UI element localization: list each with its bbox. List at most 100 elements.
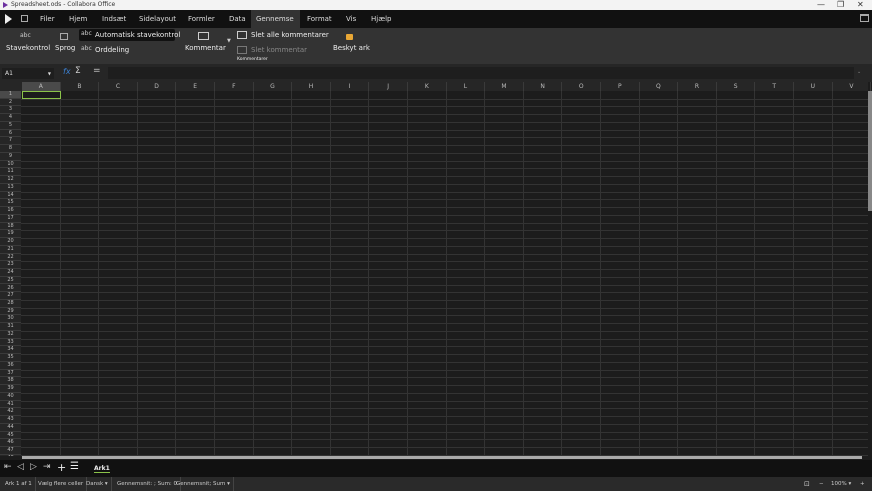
row-header-13[interactable]: 13: [0, 184, 21, 192]
menu-hjaelp[interactable]: Hjælp: [366, 10, 396, 28]
add-sheet-icon[interactable]: +: [57, 461, 66, 474]
menu-format[interactable]: Format: [302, 10, 337, 28]
auto-spellcheck-button[interactable]: abc Automatisk stavekontrol: [79, 29, 180, 41]
last-sheet-icon[interactable]: ⇥: [43, 462, 51, 472]
row-header-24[interactable]: 24: [0, 269, 21, 277]
row-header-44[interactable]: 44: [0, 424, 21, 432]
cell-grid[interactable]: [21, 91, 868, 456]
formula-icon[interactable]: =: [93, 66, 101, 76]
column-header-Q[interactable]: Q: [640, 82, 679, 91]
minimize-button[interactable]: —: [817, 0, 825, 10]
column-header-N[interactable]: N: [524, 82, 563, 91]
delete-all-comments-button[interactable]: Slet alle kommentarer: [251, 31, 329, 39]
column-header-D[interactable]: D: [138, 82, 177, 91]
language-button[interactable]: Sprog: [55, 44, 75, 52]
menu-indsaet[interactable]: Indsæt: [97, 10, 131, 28]
row-header-10[interactable]: 10: [0, 161, 21, 169]
row-header-37[interactable]: 37: [0, 370, 21, 378]
column-header-K[interactable]: K: [408, 82, 447, 91]
row-header-18[interactable]: 18: [0, 223, 21, 231]
row-header-28[interactable]: 28: [0, 300, 21, 308]
menu-hjem[interactable]: Hjem: [64, 10, 92, 28]
sum-icon[interactable]: Σ: [75, 66, 81, 76]
row-header-43[interactable]: 43: [0, 416, 21, 424]
status-function[interactable]: Gennemsnit; Sum ▾: [173, 477, 234, 491]
status-language[interactable]: Dansk ▾: [83, 477, 112, 491]
row-header-27[interactable]: 27: [0, 292, 21, 300]
vertical-scrollbar[interactable]: [868, 91, 872, 211]
row-header-9[interactable]: 9: [0, 153, 21, 161]
row-header-4[interactable]: 4: [0, 114, 21, 122]
row-header-25[interactable]: 25: [0, 277, 21, 285]
menu-vis[interactable]: Vis: [341, 10, 361, 28]
name-box[interactable]: A1 ▼: [2, 68, 54, 79]
sheet-tab-ark1[interactable]: Ark1: [94, 465, 110, 473]
row-header-36[interactable]: 36: [0, 362, 21, 370]
row-header-3[interactable]: 3: [0, 106, 21, 115]
row-header-6[interactable]: 6: [0, 130, 21, 138]
sidebar-toggle-icon[interactable]: [860, 14, 869, 22]
row-header-12[interactable]: 12: [0, 176, 21, 184]
zoom-level[interactable]: 100% ▾: [831, 477, 851, 491]
column-header-G[interactable]: G: [254, 82, 293, 91]
row-header-31[interactable]: 31: [0, 323, 21, 331]
close-button[interactable]: ✕: [857, 0, 864, 10]
expand-formula-icon[interactable]: ⌄: [857, 69, 861, 75]
name-box-dropdown-icon[interactable]: ▼: [48, 68, 51, 79]
row-header-1[interactable]: 1: [0, 91, 21, 99]
menu-sidelayout[interactable]: Sidelayout: [134, 10, 181, 28]
protect-sheet-button[interactable]: Beskyt ark: [333, 44, 370, 52]
column-header-I[interactable]: I: [331, 82, 370, 91]
column-header-R[interactable]: R: [678, 82, 717, 91]
row-header-38[interactable]: 38: [0, 377, 21, 386]
zoom-fit-icon[interactable]: ⊡: [804, 477, 810, 491]
row-header-21[interactable]: 21: [0, 246, 21, 254]
row-header-16[interactable]: 16: [0, 207, 21, 215]
row-header-45[interactable]: 45: [0, 432, 21, 440]
zoom-out-button[interactable]: −: [819, 477, 824, 491]
column-header-L[interactable]: L: [447, 82, 486, 91]
row-header-2[interactable]: 2: [0, 99, 21, 107]
row-header-7[interactable]: 7: [0, 137, 21, 146]
sheet-list-icon[interactable]: ☰: [70, 461, 79, 472]
prev-sheet-icon[interactable]: ◁: [17, 462, 24, 472]
comment-dropdown-icon[interactable]: ▼: [227, 38, 231, 44]
column-header-V[interactable]: V: [833, 82, 872, 91]
first-sheet-icon[interactable]: ⇤: [4, 462, 12, 472]
row-header-17[interactable]: 17: [0, 215, 21, 223]
comment-button[interactable]: Kommentar: [185, 44, 226, 52]
hyphenation-button[interactable]: Orddeling: [95, 46, 129, 54]
column-header-A[interactable]: A: [22, 82, 61, 91]
delete-comment-button[interactable]: Slet kommentar: [251, 46, 307, 54]
next-sheet-icon[interactable]: ▷: [30, 462, 37, 472]
formula-input[interactable]: [108, 67, 854, 79]
function-wizard-icon[interactable]: fx: [63, 67, 71, 76]
collabora-logo-icon[interactable]: [5, 14, 12, 24]
menu-gennemse[interactable]: Gennemse: [251, 10, 300, 28]
restore-button[interactable]: ❐: [837, 0, 844, 10]
column-header-U[interactable]: U: [794, 82, 833, 91]
row-header-23[interactable]: 23: [0, 261, 21, 269]
row-header-22[interactable]: 22: [0, 254, 21, 262]
zoom-in-button[interactable]: +: [860, 477, 865, 491]
row-header-48[interactable]: 48: [0, 455, 21, 456]
column-header-J[interactable]: J: [369, 82, 408, 91]
row-header-32[interactable]: 32: [0, 331, 21, 339]
row-header-35[interactable]: 35: [0, 354, 21, 362]
column-header-O[interactable]: O: [562, 82, 601, 91]
row-header-15[interactable]: 15: [0, 199, 21, 208]
row-header-40[interactable]: 40: [0, 393, 21, 401]
column-header-P[interactable]: P: [601, 82, 640, 91]
column-header-B[interactable]: B: [61, 82, 100, 91]
row-header-26[interactable]: 26: [0, 285, 21, 293]
row-header-34[interactable]: 34: [0, 346, 21, 355]
column-header-F[interactable]: F: [215, 82, 254, 91]
save-icon[interactable]: [21, 15, 28, 22]
row-header-46[interactable]: 46: [0, 439, 21, 448]
row-header-20[interactable]: 20: [0, 238, 21, 246]
menu-filer[interactable]: Filer: [35, 10, 60, 28]
row-header-42[interactable]: 42: [0, 408, 21, 417]
menu-data[interactable]: Data: [224, 10, 251, 28]
row-header-11[interactable]: 11: [0, 168, 21, 177]
column-header-T[interactable]: T: [755, 82, 794, 91]
